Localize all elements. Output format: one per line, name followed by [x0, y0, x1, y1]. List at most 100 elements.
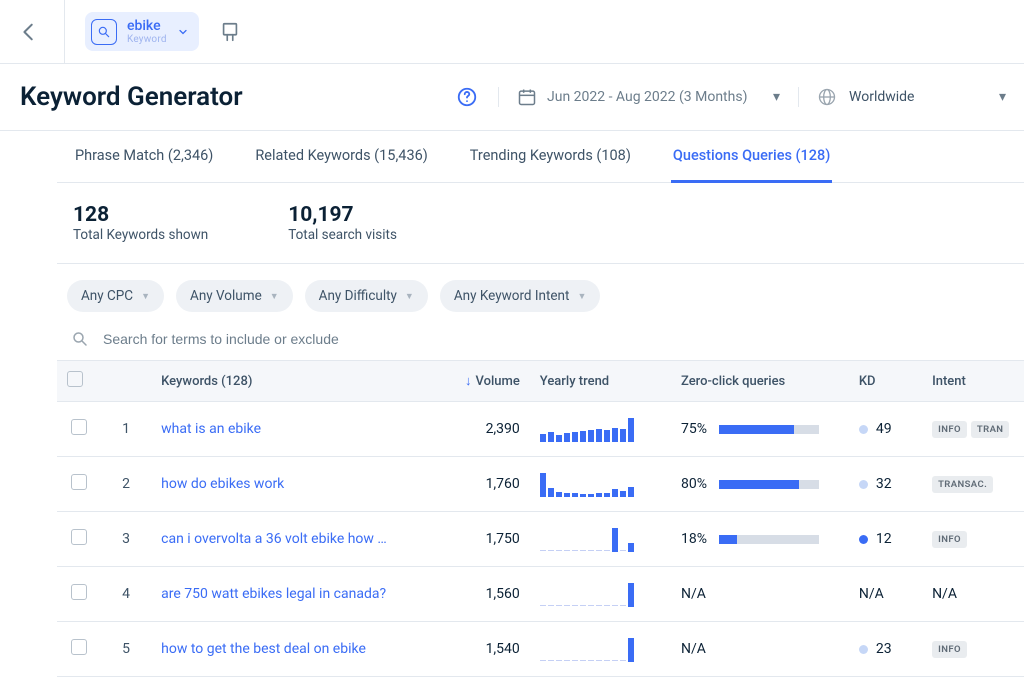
col-volume[interactable]: ↓Volume	[434, 361, 530, 402]
zero-click-value: N/A	[681, 641, 706, 657]
stats-row: 128 Total Keywords shown 10,197 Total se…	[57, 183, 1024, 264]
zero-click-cell: 18%	[681, 531, 839, 547]
keyword-chip[interactable]: ebike Keyword	[85, 12, 199, 52]
keyword-link[interactable]: can i overvolta a 36 volt ebike how …	[161, 531, 387, 547]
tab[interactable]: Phrase Match (2,346)	[73, 131, 215, 183]
chevron-down-icon: ▼	[405, 291, 414, 302]
table-row: 3 can i overvolta a 36 volt ebike how … 1,…	[57, 512, 1024, 567]
zero-click-bar	[719, 425, 819, 434]
date-range-text: Jun 2022 - Aug 2022 (3 Months)	[547, 89, 747, 105]
tab[interactable]: Trending Keywords (108)	[468, 131, 633, 183]
zero-click-bar	[719, 480, 819, 489]
chevron-down-icon: ▼	[577, 291, 586, 302]
row-index: 4	[101, 567, 151, 622]
filter-label: Any Volume	[190, 288, 262, 304]
header-row: Keyword Generator Jun 2022 - Aug 2022 (3…	[0, 64, 1024, 131]
trend-sparkline	[540, 471, 661, 497]
keyword-link[interactable]: are 750 watt ebikes legal in canada?	[161, 586, 386, 602]
region-picker[interactable]: Worldwide ▾	[798, 87, 1024, 107]
kd-value: 49	[876, 421, 892, 437]
sort-down-icon: ↓	[465, 374, 472, 389]
kd-value: 23	[876, 641, 892, 657]
volume-value: 1,750	[434, 512, 530, 567]
filter-pill[interactable]: Any Difficulty ▼	[305, 280, 428, 312]
col-checkbox	[57, 361, 101, 402]
intent-badges: TRANSAC.	[932, 476, 1014, 493]
table-search	[57, 322, 1024, 360]
stat-total-visits: 10,197 Total search visits	[288, 203, 397, 243]
keyword-link[interactable]: how to get the best deal on ebike	[161, 641, 366, 657]
keyword-link[interactable]: what is an ebike	[161, 421, 261, 437]
volume-value: 2,390	[434, 402, 530, 457]
table-row: 1 what is an ebike 2,390 75% 49 INFOTRAN	[57, 402, 1024, 457]
row-index: 3	[101, 512, 151, 567]
col-zero-click[interactable]: Zero-click queries	[671, 361, 849, 402]
date-range-picker[interactable]: Jun 2022 - Aug 2022 (3 Months) ▾	[498, 87, 798, 107]
filter-label: Any CPC	[81, 288, 133, 304]
kd-cell: 23	[859, 641, 912, 657]
row-checkbox[interactable]	[71, 474, 87, 490]
main-content: Phrase Match (2,346) Related Keywords (15…	[0, 131, 1024, 677]
kd-cell: 49	[859, 421, 912, 437]
kd-dot-icon	[859, 425, 868, 434]
tab[interactable]: Related Keywords (15,436)	[253, 131, 429, 183]
trend-sparkline	[540, 416, 661, 442]
filter-pill[interactable]: Any Volume ▼	[176, 280, 293, 312]
results-table: Keywords (128) ↓Volume Yearly trend Zero…	[57, 360, 1024, 677]
kd-dot-icon	[859, 535, 868, 544]
col-intent[interactable]: Intent	[922, 361, 1024, 402]
kd-value: N/A	[859, 586, 884, 602]
filter-pill[interactable]: Any Keyword Intent ▼	[440, 280, 601, 312]
row-checkbox[interactable]	[71, 584, 87, 600]
help-icon[interactable]	[456, 86, 478, 108]
row-checkbox[interactable]	[71, 419, 87, 435]
row-index: 5	[101, 622, 151, 677]
search-icon	[71, 330, 89, 348]
intent-badge: INFO	[932, 531, 967, 548]
chevron-down-icon	[177, 26, 189, 38]
row-index: 1	[101, 402, 151, 457]
row-checkbox[interactable]	[71, 639, 87, 655]
kd-value: 12	[876, 531, 892, 547]
zero-click-cell: 75%	[681, 421, 839, 437]
intent-badge: INFO	[932, 641, 967, 658]
kd-dot-icon	[859, 645, 868, 654]
kd-cell: 12	[859, 531, 912, 547]
filter-pill[interactable]: Any CPC▼	[67, 280, 164, 312]
keyword-link[interactable]: how do ebikes work	[161, 476, 284, 492]
title-area: Keyword Generator	[0, 64, 498, 130]
volume-value: 1,540	[434, 622, 530, 677]
divider	[64, 0, 65, 64]
back-button[interactable]	[18, 21, 40, 43]
trend-sparkline	[540, 526, 661, 552]
stat-label: Total search visits	[288, 227, 397, 243]
filter-label: Any Difficulty	[319, 288, 397, 304]
chevron-down-icon: ▾	[999, 89, 1006, 105]
volume-value: 1,560	[434, 567, 530, 622]
col-volume-label: Volume	[475, 374, 519, 389]
filter-label: Any Keyword Intent	[454, 288, 570, 304]
zero-click-bar	[719, 535, 819, 544]
col-keywords[interactable]: Keywords (128)	[151, 361, 433, 402]
intent-badges: INFO	[932, 641, 1014, 658]
col-index	[101, 361, 151, 402]
col-trend[interactable]: Yearly trend	[530, 361, 671, 402]
calendar-icon	[517, 87, 537, 107]
tab[interactable]: Questions Queries (128)	[671, 131, 832, 183]
page-title: Keyword Generator	[20, 82, 243, 112]
col-kd[interactable]: KD	[849, 361, 922, 402]
stat-value: 10,197	[288, 203, 397, 227]
search-input[interactable]	[101, 330, 1010, 348]
zero-click-value: 75%	[681, 421, 707, 437]
intent-badge: INFO	[932, 421, 967, 438]
table-row: 5 how to get the best deal on ebike 1,540 N…	[57, 622, 1024, 677]
top-bar: ebike Keyword	[0, 0, 1024, 64]
chevron-down-icon: ▼	[270, 291, 279, 302]
volume-value: 1,760	[434, 457, 530, 512]
row-checkbox[interactable]	[71, 529, 87, 545]
intent-badge: TRAN	[971, 421, 1010, 438]
select-all-checkbox[interactable]	[67, 371, 83, 387]
zero-click-value: N/A	[681, 586, 706, 602]
chevron-down-icon: ▾	[773, 89, 780, 105]
pin-button[interactable]	[219, 21, 241, 43]
